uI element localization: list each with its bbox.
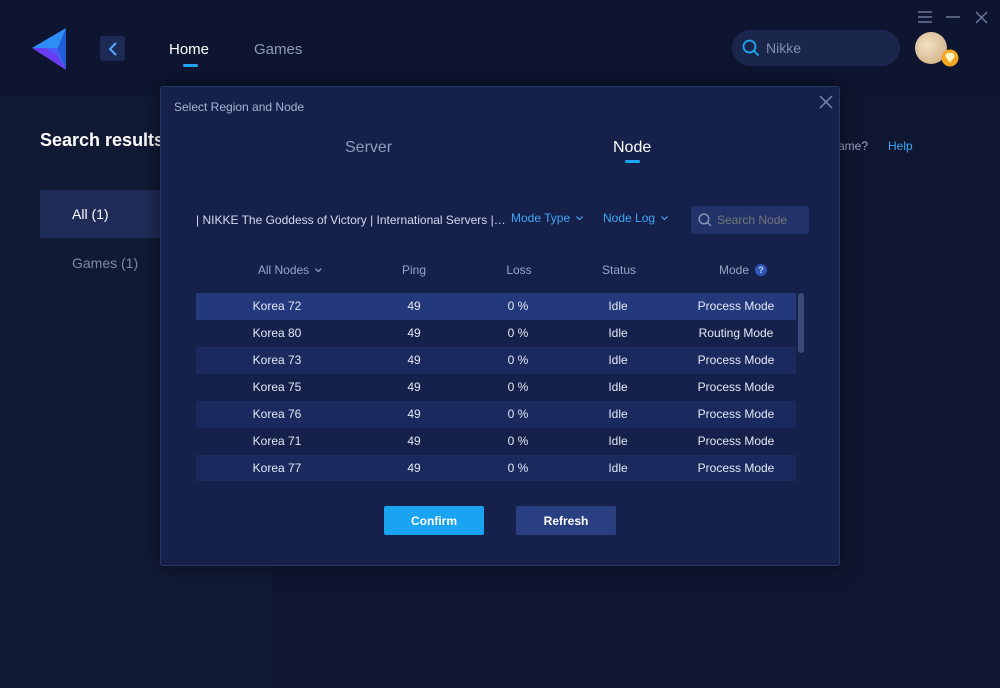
node-mode: Process Mode <box>697 299 775 313</box>
table-row[interactable]: Korea 72 49 0 % Idle Process Mode <box>196 293 796 320</box>
search-icon <box>742 39 760 57</box>
node-status: Idle <box>608 461 628 475</box>
column-all-nodes[interactable]: All Nodes <box>257 263 323 277</box>
game-server-path: | NIKKE The Goddess of Victory | Interna… <box>196 213 506 227</box>
node-name: Korea 71 <box>252 434 302 448</box>
node-log-label: Node Log <box>603 211 656 225</box>
tab-server[interactable]: Server <box>345 139 392 157</box>
modal-title: Select Region and Node <box>174 100 305 114</box>
tab-home[interactable]: Home <box>169 41 209 58</box>
refresh-button[interactable]: Refresh <box>516 506 616 535</box>
app-logo-icon[interactable] <box>30 26 70 72</box>
node-name: Korea 76 <box>252 407 302 421</box>
node-status: Idle <box>608 407 628 421</box>
node-loss: 0 % <box>507 461 529 475</box>
close-icon <box>974 10 988 24</box>
menu-button[interactable] <box>917 9 933 25</box>
node-loss: 0 % <box>507 353 529 367</box>
node-status: Idle <box>608 380 628 394</box>
column-mode-label: Mode <box>718 263 750 277</box>
node-mode: Routing Mode <box>698 326 774 340</box>
column-ping: Ping <box>401 263 427 277</box>
node-loss: 0 % <box>507 407 529 421</box>
table-row[interactable]: Korea 75 49 0 % Idle Process Mode <box>196 374 796 401</box>
node-table: Korea 72 49 0 % Idle Process Mode Korea … <box>196 293 796 481</box>
node-search-box[interactable] <box>691 206 809 234</box>
chevron-left-icon <box>108 41 117 56</box>
tab-node[interactable]: Node <box>613 139 651 157</box>
mode-help-icon[interactable]: ? <box>755 264 768 276</box>
node-mode: Process Mode <box>697 434 775 448</box>
table-scrollbar-thumb[interactable] <box>798 293 804 353</box>
back-button[interactable] <box>100 36 125 61</box>
node-log-dropdown[interactable]: Node Log <box>603 211 668 225</box>
game-search-box[interactable] <box>732 30 900 66</box>
node-ping: 49 <box>407 326 421 340</box>
home-tab-indicator <box>183 64 198 67</box>
node-mode: Process Mode <box>697 461 775 475</box>
node-mode: Process Mode <box>697 407 775 421</box>
node-loss: 0 % <box>507 299 529 313</box>
node-ping: 49 <box>407 353 421 367</box>
column-status: Status <box>601 263 637 277</box>
help-link[interactable]: Help <box>888 139 913 153</box>
node-mode: Process Mode <box>697 380 775 394</box>
chevron-down-icon <box>661 215 668 220</box>
search-results-title: Search results <box>40 130 165 150</box>
filter-all[interactable]: All (1) <box>40 190 170 238</box>
search-icon <box>698 213 712 227</box>
vip-diamond-icon <box>941 49 959 67</box>
mode-type-label: Mode Type <box>511 211 571 225</box>
chevron-down-icon <box>576 215 584 220</box>
table-row[interactable]: Korea 76 49 0 % Idle Process Mode <box>196 401 796 428</box>
top-bar: Home Games <box>0 0 1000 95</box>
node-status: Idle <box>608 326 628 340</box>
node-name: Korea 72 <box>252 299 302 313</box>
node-ping: 49 <box>407 380 421 394</box>
node-tab-indicator <box>625 160 640 163</box>
window-close-button[interactable] <box>973 9 989 25</box>
node-ping: 49 <box>407 407 421 421</box>
node-mode: Process Mode <box>697 353 775 367</box>
column-mode: Mode ? <box>718 263 768 277</box>
node-name: Korea 80 <box>252 326 302 340</box>
background-question-text: ame? <box>838 139 869 153</box>
node-status: Idle <box>608 299 628 313</box>
node-status: Idle <box>608 434 628 448</box>
sort-chevron-icon <box>315 267 323 272</box>
mode-type-dropdown[interactable]: Mode Type <box>511 211 584 225</box>
modal-close-icon[interactable] <box>818 94 834 110</box>
node-search-input[interactable] <box>717 213 807 227</box>
node-ping: 49 <box>407 434 421 448</box>
node-ping: 49 <box>407 461 421 475</box>
node-name: Korea 75 <box>252 380 302 394</box>
table-row[interactable]: Korea 77 49 0 % Idle Process Mode <box>196 455 796 481</box>
table-row[interactable]: Korea 71 49 0 % Idle Process Mode <box>196 428 796 455</box>
filter-games[interactable]: Games (1) <box>72 255 138 271</box>
table-row[interactable]: Korea 80 49 0 % Idle Routing Mode <box>196 320 796 347</box>
confirm-button[interactable]: Confirm <box>384 506 484 535</box>
search-input[interactable] <box>766 40 886 56</box>
table-row[interactable]: Korea 73 49 0 % Idle Process Mode <box>196 347 796 374</box>
tab-games[interactable]: Games <box>254 41 302 58</box>
hamburger-menu-icon <box>918 11 932 23</box>
column-all-nodes-label: All Nodes <box>257 263 310 277</box>
node-loss: 0 % <box>507 434 529 448</box>
minimize-button[interactable] <box>945 9 961 25</box>
column-loss: Loss <box>506 263 532 277</box>
node-status: Idle <box>608 353 628 367</box>
minimize-icon <box>946 16 960 18</box>
node-name: Korea 73 <box>252 353 302 367</box>
node-loss: 0 % <box>507 326 529 340</box>
node-loss: 0 % <box>507 380 529 394</box>
node-ping: 49 <box>407 299 421 313</box>
select-region-node-modal: Select Region and Node Server Node | NIK… <box>160 86 840 566</box>
node-name: Korea 77 <box>252 461 302 475</box>
